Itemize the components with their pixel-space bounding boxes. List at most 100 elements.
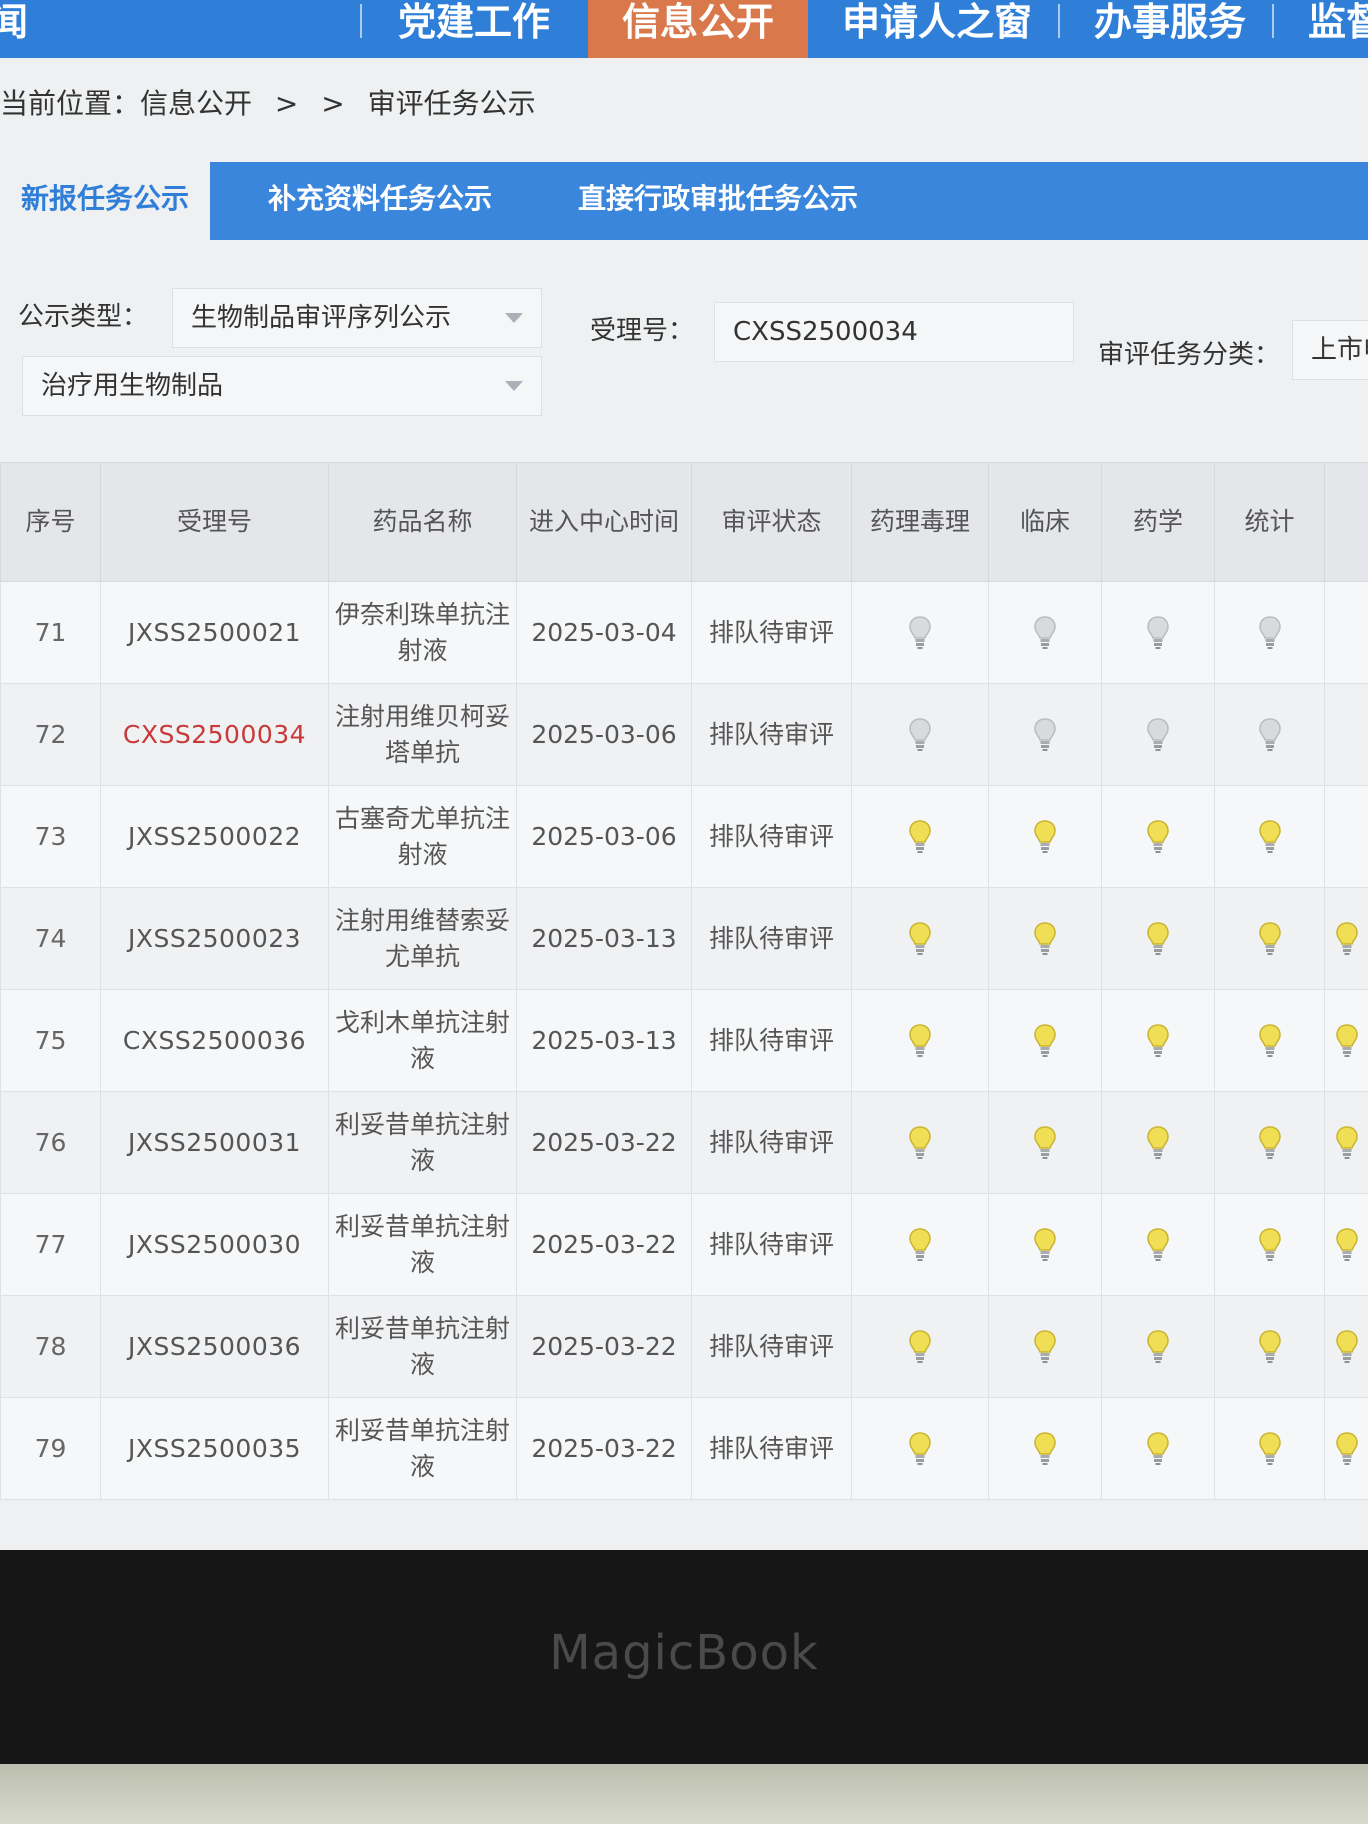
clinical-bulb-icon xyxy=(1032,819,1058,855)
extra-bulb-icon xyxy=(1334,921,1360,957)
table-row[interactable]: 75 CXSS2500036 戈利木单抗注射液 2025-03-13 排队待审评 xyxy=(0,989,1368,1092)
pharm-tox-bulb-icon xyxy=(907,921,933,957)
seq-cell: 77 xyxy=(0,1193,101,1296)
accept-no-cell[interactable]: JXSS2500031 xyxy=(100,1091,329,1194)
bulb-cell xyxy=(851,1193,989,1296)
bulb-cell xyxy=(1324,581,1368,684)
nav-item-party[interactable]: 党建工作 xyxy=(398,0,578,58)
status-cell: 排队待审评 xyxy=(691,683,852,786)
accept-no-cell[interactable]: JXSS2500021 xyxy=(100,581,329,684)
bulb-cell xyxy=(851,1295,989,1398)
enter-time-cell: 2025-03-22 xyxy=(516,1397,692,1500)
statistics-bulb-icon xyxy=(1257,717,1283,753)
category-select[interactable]: 治疗用生物制品 xyxy=(22,356,542,416)
enter-time-cell: 2025-03-22 xyxy=(516,1091,692,1194)
browser-screen: 闻 党建工作 信息公开 申请人之窗 办事服务 监督 当前位置：信息公开 > > … xyxy=(0,0,1368,1550)
table-header-row: 序号 受理号 药品名称 进入中心时间 审评状态 药理毒理 临床 药学 统计 xyxy=(0,462,1368,582)
table-row[interactable]: 74 JXSS2500023 注射用维替索妥尤单抗 2025-03-13 排队待审评 xyxy=(0,887,1368,990)
bulb-cell xyxy=(988,581,1102,684)
drug-name-cell: 利妥昔单抗注射液 xyxy=(328,1091,517,1194)
breadcrumb: 当前位置：信息公开 > > 审评任务公示 xyxy=(0,82,550,122)
bulb-cell xyxy=(988,1397,1102,1500)
nav-separator xyxy=(360,4,362,38)
bulb-cell xyxy=(1324,887,1368,990)
accept-no-input[interactable]: CXSS2500034 xyxy=(714,302,1074,362)
enter-time-cell: 2025-03-13 xyxy=(516,887,692,990)
category-select-value: 治疗用生物制品 xyxy=(41,371,224,401)
bulb-cell xyxy=(1214,1295,1325,1398)
drug-name-cell: 利妥昔单抗注射液 xyxy=(328,1193,517,1296)
statistics-bulb-icon xyxy=(1257,1125,1283,1161)
table-row[interactable]: 78 JXSS2500036 利妥昔单抗注射液 2025-03-22 排队待审评 xyxy=(0,1295,1368,1398)
accept-no-cell[interactable]: JXSS2500030 xyxy=(100,1193,329,1296)
status-cell: 排队待审评 xyxy=(691,887,852,990)
table-row[interactable]: 71 JXSS2500021 伊奈利珠单抗注射液 2025-03-04 排队待审评 xyxy=(0,581,1368,684)
table-row[interactable]: 76 JXSS2500031 利妥昔单抗注射液 2025-03-22 排队待审评 xyxy=(0,1091,1368,1194)
bulb-cell xyxy=(988,989,1102,1092)
status-cell: 排队待审评 xyxy=(691,1295,852,1398)
nav-separator xyxy=(1058,4,1060,38)
bulb-cell xyxy=(1324,1091,1368,1194)
pharmacy-bulb-icon xyxy=(1145,1431,1171,1467)
bulb-cell xyxy=(851,683,989,786)
seq-cell: 71 xyxy=(0,581,101,684)
nav-separator xyxy=(1272,4,1274,38)
seq-cell: 72 xyxy=(0,683,101,786)
nav-item-news[interactable]: 闻 xyxy=(0,0,50,58)
clinical-bulb-icon xyxy=(1032,1227,1058,1263)
enter-time-cell: 2025-03-22 xyxy=(516,1193,692,1296)
bulb-cell xyxy=(1214,1091,1325,1194)
seq-cell: 79 xyxy=(0,1397,101,1500)
bulb-cell xyxy=(1101,1397,1215,1500)
enter-time-cell: 2025-03-22 xyxy=(516,1295,692,1398)
drug-name-cell: 古塞奇尤单抗注射液 xyxy=(328,785,517,888)
col-header-drug-name: 药品名称 xyxy=(328,462,517,582)
bulb-cell xyxy=(1214,887,1325,990)
tab-supplement-tasks[interactable]: 补充资料任务公示 xyxy=(268,162,492,240)
accept-no-cell[interactable]: JXSS2500035 xyxy=(100,1397,329,1500)
type-select[interactable]: 生物制品审评序列公示 xyxy=(172,288,542,348)
tab-direct-approval-tasks[interactable]: 直接行政审批任务公示 xyxy=(578,162,858,240)
table-row[interactable]: 73 JXSS2500022 古塞奇尤单抗注射液 2025-03-06 排队待审评 xyxy=(0,785,1368,888)
accept-no-cell[interactable]: CXSS2500034 xyxy=(100,683,329,786)
bulb-cell xyxy=(988,785,1102,888)
drug-name-cell: 利妥昔单抗注射液 xyxy=(328,1295,517,1398)
accept-no-value: CXSS2500034 xyxy=(733,317,918,347)
accept-no-cell[interactable]: CXSS2500036 xyxy=(100,989,329,1092)
bulb-cell xyxy=(988,1295,1102,1398)
nav-item-applicant[interactable]: 申请人之窗 xyxy=(842,0,1042,58)
bulb-cell xyxy=(1324,785,1368,888)
bulb-cell xyxy=(1101,1193,1215,1296)
bulb-cell xyxy=(1214,1193,1325,1296)
pharmacy-bulb-icon xyxy=(1145,717,1171,753)
clinical-bulb-icon xyxy=(1032,615,1058,651)
accept-no-cell[interactable]: JXSS2500036 xyxy=(100,1295,329,1398)
bulb-cell xyxy=(988,887,1102,990)
col-header-clinical: 临床 xyxy=(988,462,1102,582)
col-header-enter-time: 进入中心时间 xyxy=(516,462,692,582)
table-row[interactable]: 72 CXSS2500034 注射用维贝柯妥塔单抗 2025-03-06 排队待审评 xyxy=(0,683,1368,786)
table-row[interactable]: 77 JXSS2500030 利妥昔单抗注射液 2025-03-22 排队待审评 xyxy=(0,1193,1368,1296)
pharmacy-bulb-icon xyxy=(1145,1023,1171,1059)
drug-name-cell: 伊奈利珠单抗注射液 xyxy=(328,581,517,684)
nav-item-supervision[interactable]: 监督 xyxy=(1308,0,1368,58)
bulb-cell xyxy=(1214,581,1325,684)
status-cell: 排队待审评 xyxy=(691,785,852,888)
task-category-select[interactable]: 上市申 xyxy=(1292,320,1368,380)
tab-new-tasks[interactable]: 新报任务公示 xyxy=(0,162,210,240)
laptop-brand-logo: MagicBook xyxy=(549,1625,819,1681)
nav-item-info-public[interactable]: 信息公开 xyxy=(588,0,808,58)
drug-name-cell: 利妥昔单抗注射液 xyxy=(328,1397,517,1500)
accept-no-cell[interactable]: JXSS2500023 xyxy=(100,887,329,990)
clinical-bulb-icon xyxy=(1032,1329,1058,1365)
bulb-cell xyxy=(851,887,989,990)
bulb-cell xyxy=(1214,683,1325,786)
col-header-statistics: 统计 xyxy=(1214,462,1325,582)
bulb-cell xyxy=(1324,1295,1368,1398)
bulb-cell xyxy=(1101,1091,1215,1194)
accept-no-cell[interactable]: JXSS2500022 xyxy=(100,785,329,888)
top-nav: 闻 党建工作 信息公开 申请人之窗 办事服务 监督 xyxy=(0,0,1368,58)
nav-item-services[interactable]: 办事服务 xyxy=(1094,0,1254,58)
breadcrumb-label[interactable]: 当前位置：信息公开 xyxy=(0,87,252,120)
table-row[interactable]: 79 JXSS2500035 利妥昔单抗注射液 2025-03-22 排队待审评 xyxy=(0,1397,1368,1500)
